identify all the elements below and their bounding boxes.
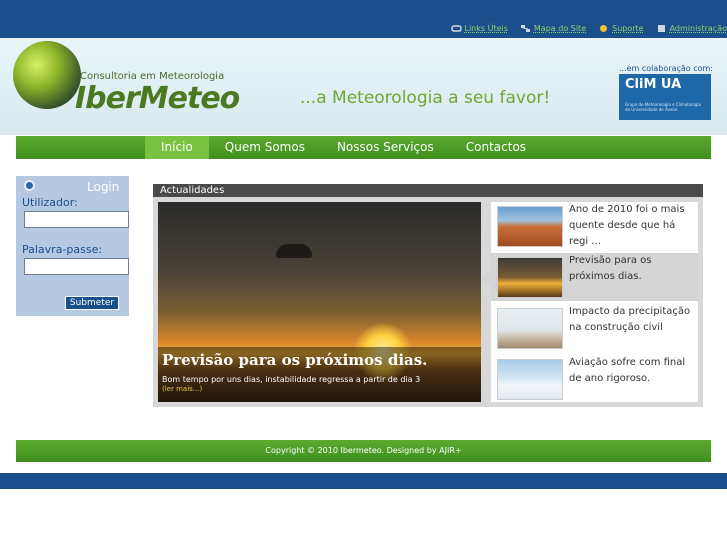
top-links: Links Úteis Mapa do Site Suporte Adminis… [450,24,727,33]
submit-button[interactable]: Submeter [65,296,119,310]
news-thumbnail [497,206,563,247]
password-input[interactable] [24,258,129,275]
news-list-item[interactable]: Ano de 2010 foi o mais quente desde que … [491,202,698,250]
climua-logo[interactable]: CliM UA Grupo de Meteorologia e Climatol… [619,74,711,120]
featured-summary: Bom tempo por uns dias, instabilidade re… [162,375,421,384]
links-icon [450,25,462,32]
toplink-links-uteis[interactable]: Links Úteis [450,24,508,33]
globe-logo-icon [13,41,81,109]
main-nav: Início Quem Somos Nossos Serviços Contac… [16,136,711,159]
featured-story[interactable]: Previsão para os próximos dias. Bom temp… [158,202,481,402]
news-thumbnail [497,257,563,298]
nav-item-contactos[interactable]: Contactos [450,136,542,159]
news-thumbnail [497,359,563,400]
news-list: Ano de 2010 foi o mais quente desde que … [491,202,698,402]
collab-label: ...em colaboração com: [619,64,713,73]
featured-caption: Previsão para os próximos dias. Bom temp… [158,347,481,402]
nav-item-quem-somos[interactable]: Quem Somos [209,136,321,159]
nav-item-nossos-servicos[interactable]: Nossos Serviços [321,136,450,159]
top-bar: Links Úteis Mapa do Site Suporte Adminis… [0,0,727,38]
username-label: Utilizador: [22,196,78,209]
featured-title: Previsão para os próximos dias. [162,351,428,369]
bottom-bar [0,473,727,489]
login-title: Login [87,180,120,194]
header: Consultoria em Meteorologia IberMeteo ..… [0,38,727,135]
news-list-item[interactable]: Aviação sofre com final de ano rigoroso. [491,355,698,403]
copyright-text: Copyright © 2010 Ibermeteo. Designed by … [265,446,462,455]
news-item-text: Previsão para os próximos dias. [569,255,652,282]
username-input[interactable] [24,211,129,228]
login-panel: Login Utilizador: Palavra-passe: Submete… [16,176,129,316]
toplink-suporte[interactable]: Suporte [598,24,644,33]
read-more-link[interactable]: (ler mais...) [162,385,477,393]
user-icon [24,180,35,191]
footer: Copyright © 2010 Ibermeteo. Designed by … [16,440,711,462]
climua-logo-subtitle: Grupo de Meteorologia e Climatologia da … [625,102,701,112]
toplink-label: Suporte [612,24,644,33]
selected-pointer-icon [481,270,491,286]
nav-item-inicio[interactable]: Início [145,136,209,159]
news-thumbnail [497,308,563,349]
toplink-administracao[interactable]: Administração [656,24,727,33]
toplink-mapa-do-site[interactable]: Mapa do Site [520,24,586,33]
news-heading: Actualidades [153,184,703,197]
toplink-label: Mapa do Site [533,24,587,33]
news-item-text: Ano de 2010 foi o mais quente desde que … [569,204,685,247]
toplink-label: Administração [669,24,727,33]
nav-items: Início Quem Somos Nossos Serviços Contac… [145,136,542,159]
admin-icon [657,25,665,32]
toplink-label: Links Úteis [464,24,508,33]
brand-logo[interactable]: IberMeteo [75,81,240,116]
news-list-item[interactable]: Previsão para os próximos dias. [491,253,698,301]
news-item-text: Impacto da precipitação na construção ci… [569,306,691,333]
slogan: ...a Meteorologia a seu favor! [300,88,551,108]
password-label: Palavra-passe: [22,243,103,256]
support-icon [600,25,608,32]
climua-logo-text: CliM UA [625,77,682,92]
parachute-image [276,244,312,258]
news-list-item[interactable]: Impacto da precipitação na construção ci… [491,304,698,352]
news-item-text: Aviação sofre com final de ano rigoroso. [569,357,686,384]
sitemap-icon [520,25,530,32]
